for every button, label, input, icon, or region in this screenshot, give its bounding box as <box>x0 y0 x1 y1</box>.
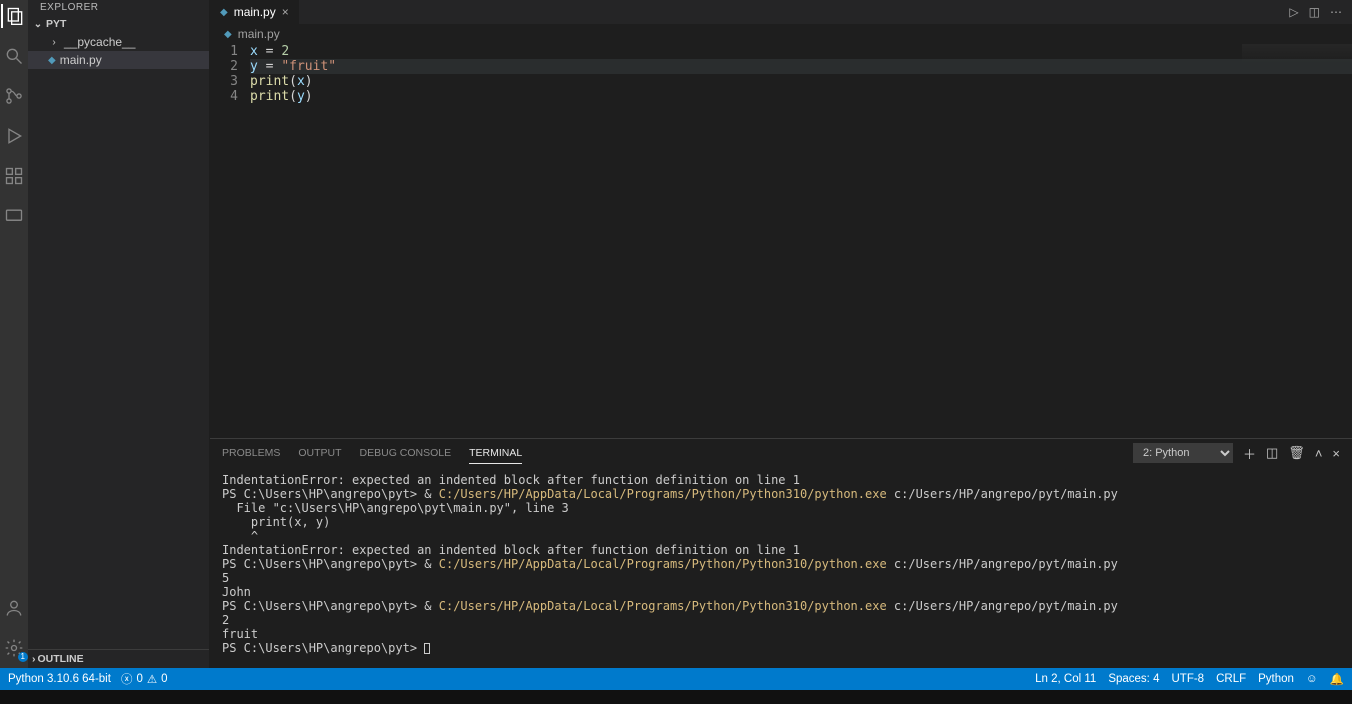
panel: PROBLEMS OUTPUT DEBUG CONSOLE TERMINAL 2… <box>210 438 1352 668</box>
status-lang[interactable]: Python <box>1258 673 1294 685</box>
outline-label: OUTLINE <box>38 653 84 665</box>
status-bell-icon[interactable]: 🔔 <box>1330 672 1344 686</box>
chevron-down-icon: ⌄ <box>32 19 44 30</box>
chevron-right-icon: › <box>48 37 60 48</box>
close-icon[interactable]: × <box>282 5 289 19</box>
tree-file-main[interactable]: ◆ main.py <box>28 51 209 69</box>
tree-folder-pycache[interactable]: › __pycache__ <box>28 33 209 51</box>
chevron-right-icon: › <box>32 653 36 665</box>
sidebar: EXPLORER ⌄ PYT › __pycache__ ◆ main.py ›… <box>28 0 210 668</box>
maximize-icon[interactable]: ˄ <box>1315 446 1323 461</box>
editor-area: ◆ main.py × ▷ ◫ ⋯ ◆ main.py 1234 x = 2y … <box>210 0 1352 668</box>
extensions-icon[interactable] <box>2 164 26 188</box>
trash-icon[interactable]: 🗑 <box>1288 445 1305 461</box>
remote-icon[interactable] <box>2 204 26 228</box>
explorer-icon[interactable] <box>1 4 25 28</box>
status-spaces[interactable]: Spaces: 4 <box>1108 673 1159 685</box>
status-feedback-icon[interactable]: ☺ <box>1306 673 1318 685</box>
accounts-icon[interactable] <box>2 596 26 620</box>
folder-root-label: PYT <box>46 18 66 30</box>
split-terminal-icon[interactable]: ◫ <box>1266 445 1278 461</box>
tab-output[interactable]: OUTPUT <box>298 443 341 463</box>
terminal[interactable]: IndentationError: expected an indented b… <box>210 467 1352 668</box>
status-eol[interactable]: CRLF <box>1216 673 1246 685</box>
status-python[interactable]: Python 3.10.6 64-bit <box>8 673 111 685</box>
status-lncol[interactable]: Ln 2, Col 11 <box>1035 673 1096 685</box>
status-bar: Python 3.10.6 64-bit ⓧ0 ⚠0 Ln 2, Col 11 … <box>0 668 1352 690</box>
more-icon[interactable]: ⋯ <box>1330 5 1342 19</box>
gutter: 1234 <box>210 44 250 438</box>
python-file-icon: ◆ <box>220 7 228 18</box>
warning-icon: ⚠ <box>147 672 157 686</box>
breadcrumb-file: main.py <box>238 27 280 41</box>
tree-item-label: main.py <box>60 53 102 67</box>
python-file-icon: ◆ <box>48 55 56 66</box>
tab-label: main.py <box>234 5 276 19</box>
sidebar-title: EXPLORER <box>28 0 209 15</box>
run-debug-icon[interactable] <box>2 124 26 148</box>
split-icon[interactable]: ◫ <box>1309 5 1320 19</box>
source-control-icon[interactable] <box>2 84 26 108</box>
activity-bar: 1 <box>0 0 28 668</box>
close-panel-icon[interactable]: × <box>1332 446 1340 461</box>
status-encoding[interactable]: UTF-8 <box>1171 673 1204 685</box>
error-icon: ⓧ <box>121 671 133 687</box>
status-errors[interactable]: ⓧ0 ⚠0 <box>121 671 168 687</box>
outline-section[interactable]: › OUTLINE <box>28 649 209 668</box>
new-terminal-icon[interactable]: ＋ <box>1243 444 1256 463</box>
run-icon[interactable]: ▷ <box>1289 5 1298 19</box>
panel-tabs: PROBLEMS OUTPUT DEBUG CONSOLE TERMINAL 2… <box>210 439 1352 467</box>
settings-badge: 1 <box>18 652 28 662</box>
folder-root[interactable]: ⌄ PYT <box>28 15 209 33</box>
workbench: 1 EXPLORER ⌄ PYT › __pycache__ ◆ main.py… <box>0 0 1352 668</box>
minimap[interactable] <box>1242 44 1352 64</box>
settings-icon[interactable]: 1 <box>2 636 26 660</box>
python-file-icon: ◆ <box>224 29 232 40</box>
breadcrumb[interactable]: ◆ main.py <box>210 24 1352 44</box>
search-icon[interactable] <box>2 44 26 68</box>
tree-item-label: __pycache__ <box>64 35 135 49</box>
tab-debug-console[interactable]: DEBUG CONSOLE <box>360 443 452 463</box>
tab-terminal[interactable]: TERMINAL <box>469 443 522 464</box>
tab-problems[interactable]: PROBLEMS <box>222 443 280 463</box>
tab-bar: ◆ main.py × ▷ ◫ ⋯ <box>210 0 1352 24</box>
os-taskbar <box>0 690 1352 704</box>
code-lines[interactable]: x = 2y = "fruit"print(x)print(y) <box>250 44 1352 438</box>
tab-main-py[interactable]: ◆ main.py × <box>210 0 300 24</box>
code-editor[interactable]: 1234 x = 2y = "fruit"print(x)print(y) <box>210 44 1352 438</box>
terminal-selector[interactable]: 2: Python <box>1133 443 1233 463</box>
tab-actions: ▷ ◫ ⋯ <box>1289 0 1352 24</box>
